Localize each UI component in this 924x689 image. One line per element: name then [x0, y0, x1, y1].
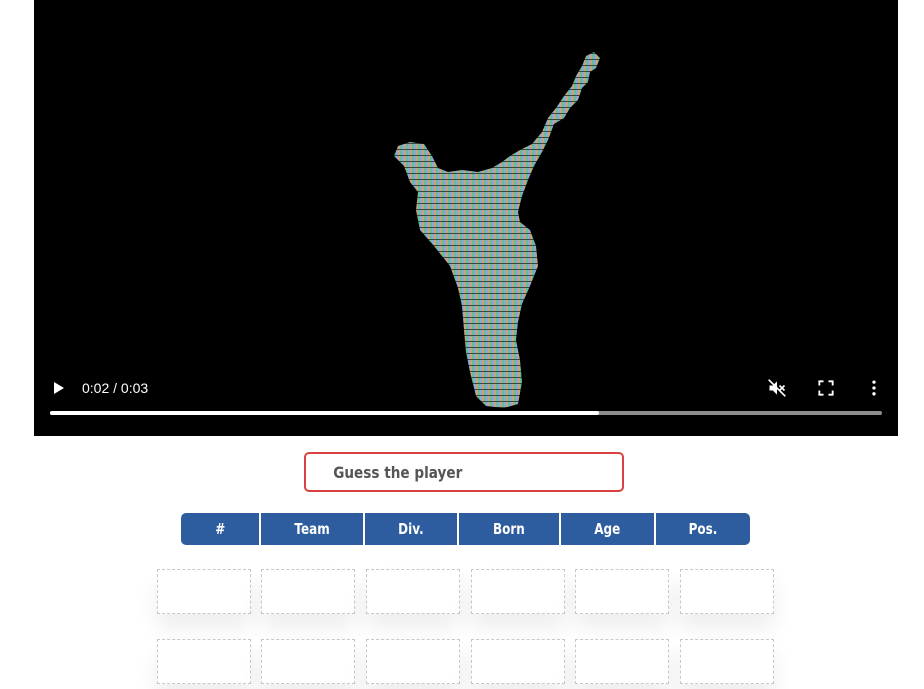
guess-cell-team: [261, 569, 355, 614]
guess-cell-age: [575, 569, 669, 614]
header-team: Team: [261, 513, 365, 545]
guess-cell-position: [680, 569, 774, 614]
guess-cell-born: [471, 639, 565, 684]
volume-muted-icon[interactable]: [767, 378, 787, 398]
table-header: # Team Div. Born Age Pos.: [181, 513, 750, 545]
more-vert-icon[interactable]: [864, 378, 884, 398]
video-progress-fill: [50, 411, 600, 415]
header-position: Pos.: [688, 520, 718, 538]
guess-cell-position: [680, 639, 774, 684]
guess-input[interactable]: [306, 454, 575, 490]
guess-cell-team: [261, 639, 355, 684]
guess-row: [157, 639, 775, 684]
guess-cell-division: [366, 639, 460, 684]
fullscreen-icon[interactable]: [816, 378, 836, 398]
time-display: 0:02 / 0:03: [82, 380, 149, 396]
video-progress-bar[interactable]: [50, 411, 882, 415]
guess-cell-number: [157, 569, 251, 614]
guess-cell-age: [575, 639, 669, 684]
guess-row: [157, 569, 775, 614]
video-controls: 0:02 / 0:03: [34, 370, 898, 420]
video-player[interactable]: 0:02 / 0:03: [34, 0, 898, 436]
header-number: #: [181, 513, 261, 545]
header-age: Age: [561, 513, 656, 545]
guess-cell-division: [366, 569, 460, 614]
header-born: Born: [459, 513, 561, 545]
play-icon[interactable]: [52, 380, 66, 396]
header-division: Div.: [365, 513, 459, 545]
guess-cell-number: [157, 639, 251, 684]
guess-box: [304, 452, 624, 492]
guess-cell-born: [471, 569, 565, 614]
